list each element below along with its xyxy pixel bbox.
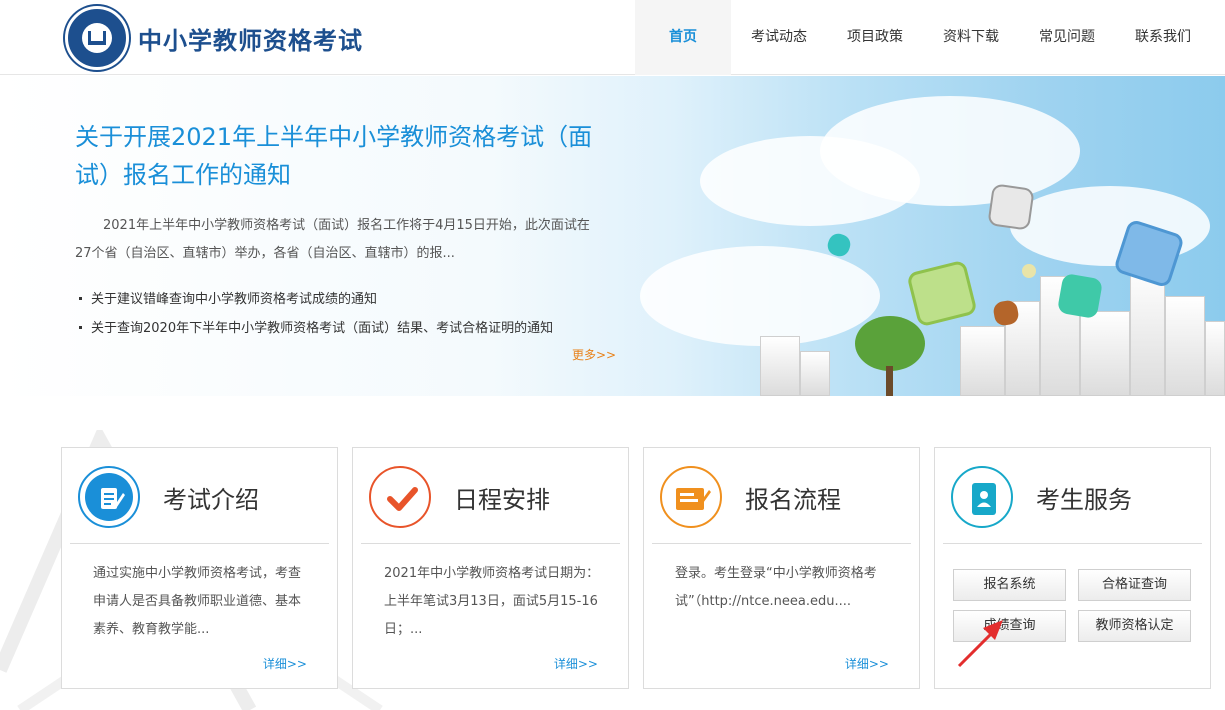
card-header: 日程安排: [361, 456, 620, 544]
card-summary: 登录。考生登录“中小学教师资格考试”（http://ntce.neea.edu.…: [675, 566, 877, 609]
card-title[interactable]: 考生服务: [1036, 480, 1132, 515]
nav-policy[interactable]: 项目政策: [827, 0, 923, 75]
bullet-icon: [79, 297, 82, 300]
registration-form-icon: [660, 466, 722, 528]
detail-link[interactable]: 详细>>: [845, 655, 889, 672]
news-item-text: 关于查询2020年下半年中小学教师资格考试（面试）结果、考试合格证明的通知: [91, 321, 554, 336]
news-banner: 关于开展2021年上半年中小学教师资格考试（面试）报名工作的通知 2021年上半…: [0, 76, 1225, 396]
banner-headline[interactable]: 关于开展2021年上半年中小学教师资格考试（面试）报名工作的通知: [75, 118, 615, 194]
card-summary: 2021年中小学教师资格考试日期为：上半年笔试3月13日，面试5月15-16日；…: [384, 566, 600, 637]
card-title[interactable]: 考试介绍: [163, 480, 259, 515]
cloud-decoration: [820, 96, 1080, 206]
more-news-link[interactable]: 更多>>: [572, 346, 616, 363]
card-header: 考生服务: [943, 456, 1202, 544]
site-title[interactable]: 中小学教师资格考试: [138, 21, 363, 56]
site-header: 中小学教师资格考试 首页 考试动态 项目政策 资料下载 常见问题 联系我们: [0, 0, 1225, 75]
pointer-arrow-icon: [957, 620, 1003, 668]
detail-link[interactable]: 详细>>: [263, 655, 307, 672]
detail-link[interactable]: 详细>>: [554, 655, 598, 672]
nav-contact[interactable]: 联系我们: [1115, 0, 1211, 75]
card-exam-intro: 考试介绍 通过实施中小学教师资格考试，考查申请人是否具备教师职业道德、基本素养、…: [61, 447, 338, 689]
card-summary: 通过实施中小学教师资格考试，考查申请人是否具备教师职业道德、基本素养、教育教学能…: [93, 566, 302, 637]
news-item-text: 关于建议错峰查询中小学教师资格考试成绩的通知: [91, 292, 378, 307]
cloud-decoration: [640, 246, 880, 346]
news-item[interactable]: 关于建议错峰查询中小学教师资格考试成绩的通知: [75, 285, 553, 314]
registration-system-button[interactable]: 报名系统: [953, 569, 1066, 601]
book-icon: [88, 31, 106, 45]
contact-book-icon: [951, 466, 1013, 528]
main-nav: 首页 考试动态 项目政策 资料下载 常见问题 联系我们: [635, 0, 1211, 75]
nav-downloads[interactable]: 资料下载: [923, 0, 1019, 75]
certificate-query-button[interactable]: 合格证查询: [1078, 569, 1191, 601]
checkmark-icon: [369, 466, 431, 528]
news-item[interactable]: 关于查询2020年下半年中小学教师资格考试（面试）结果、考试合格证明的通知: [75, 314, 553, 343]
news-list: 关于建议错峰查询中小学教师资格考试成绩的通知 关于查询2020年下半年中小学教师…: [75, 285, 553, 343]
card-title[interactable]: 日程安排: [454, 480, 550, 515]
nav-faq[interactable]: 常见问题: [1019, 0, 1115, 75]
tree-decoration: [855, 316, 925, 371]
teacher-qualification-button[interactable]: 教师资格认定: [1078, 610, 1191, 642]
card-header: 考试介绍: [70, 456, 329, 544]
card-registration-process: 报名流程 登录。考生登录“中小学教师资格考试”（http://ntce.neea…: [643, 447, 920, 689]
nav-exam-news[interactable]: 考试动态: [731, 0, 827, 75]
cloud-decoration: [1010, 186, 1210, 266]
card-header: 报名流程: [652, 456, 911, 544]
ntce-logo[interactable]: [65, 6, 129, 70]
document-edit-icon: [78, 466, 140, 528]
nav-home[interactable]: 首页: [635, 0, 731, 75]
banner-summary: 2021年上半年中小学教师资格考试（面试）报名工作将于4月15日开始，此次面试在…: [75, 218, 590, 261]
bullet-icon: [79, 326, 82, 329]
card-title[interactable]: 报名流程: [745, 480, 841, 515]
card-schedule: 日程安排 2021年中小学教师资格考试日期为：上半年笔试3月13日，面试5月15…: [352, 447, 629, 689]
